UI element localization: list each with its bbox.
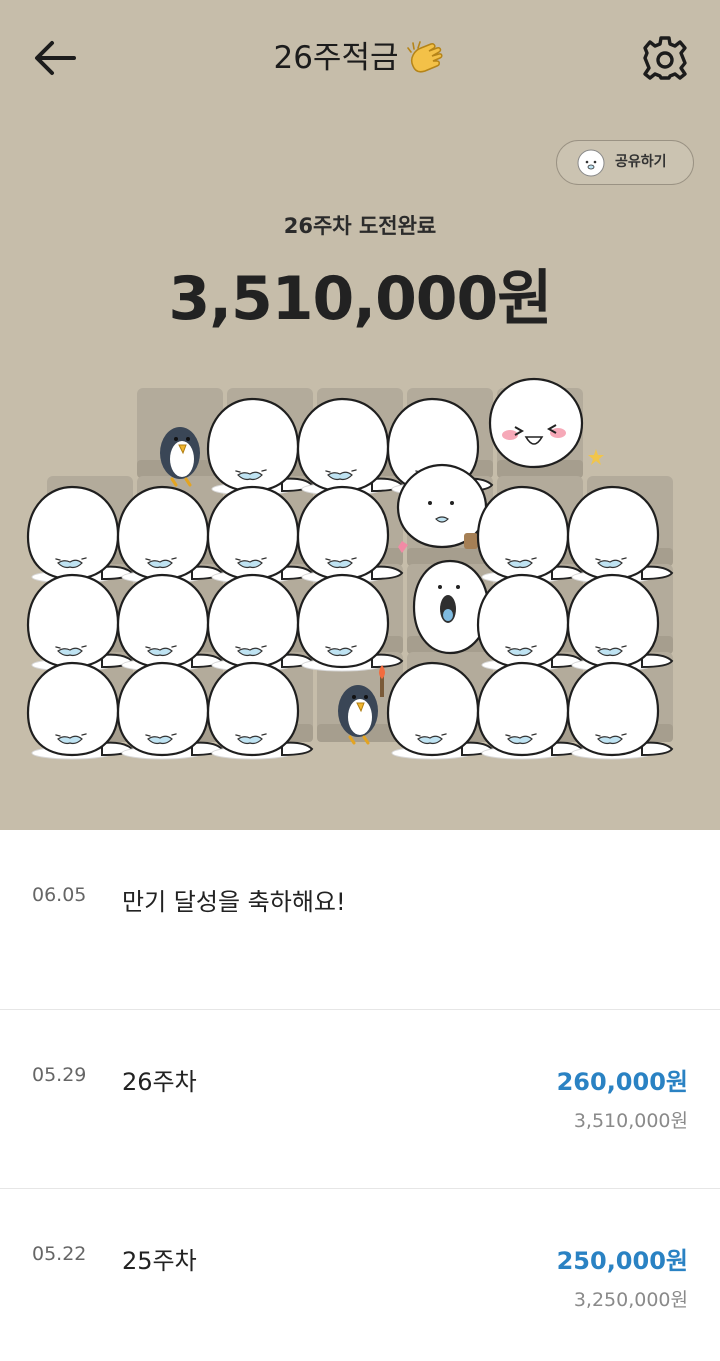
history-amount: 260,000원 bbox=[556, 1068, 688, 1096]
top-app-bar: 26주적금 bbox=[0, 0, 720, 115]
total-amount: 3,510,000원 bbox=[168, 264, 552, 334]
history-row[interactable]: 06.05 만기 달성을 축하해요! bbox=[0, 830, 720, 1010]
history-amount: 250,000원 bbox=[556, 1247, 688, 1275]
history-date: 05.29 bbox=[32, 1064, 87, 1086]
gear-icon bbox=[643, 36, 687, 80]
hero-section: 26주적금 공유하기 26주차 도전완료 3,510,000원 bbox=[0, 0, 720, 830]
shouting-seal-sticker bbox=[412, 559, 490, 655]
history-desc: 26주차 bbox=[122, 1068, 197, 1096]
history-date: 06.05 bbox=[32, 884, 87, 906]
page-title: 26주적금 bbox=[0, 36, 720, 80]
happy-seal-sticker bbox=[488, 377, 604, 469]
seal-face-icon bbox=[577, 149, 605, 177]
page-title-text: 26주적금 bbox=[273, 40, 399, 76]
sticker-grid bbox=[26, 377, 674, 761]
settings-button[interactable] bbox=[640, 33, 690, 83]
share-button[interactable]: 공유하기 bbox=[556, 140, 694, 185]
clapping-hands-icon bbox=[406, 40, 447, 76]
history-total: 3,250,000원 bbox=[573, 1289, 688, 1311]
history-date: 05.22 bbox=[32, 1243, 87, 1265]
history-total: 3,510,000원 bbox=[573, 1110, 688, 1132]
history-desc: 25주차 bbox=[122, 1247, 197, 1275]
history-desc: 만기 달성을 축하해요! bbox=[122, 888, 346, 916]
history-row[interactable]: 05.29 26주차 260,000원 3,510,000원 bbox=[0, 1010, 720, 1189]
share-label: 공유하기 bbox=[615, 154, 667, 170]
challenge-status: 26주차 도전완료 bbox=[283, 214, 437, 238]
history-row[interactable]: 05.22 25주차 250,000원 3,250,000원 bbox=[0, 1189, 720, 1361]
